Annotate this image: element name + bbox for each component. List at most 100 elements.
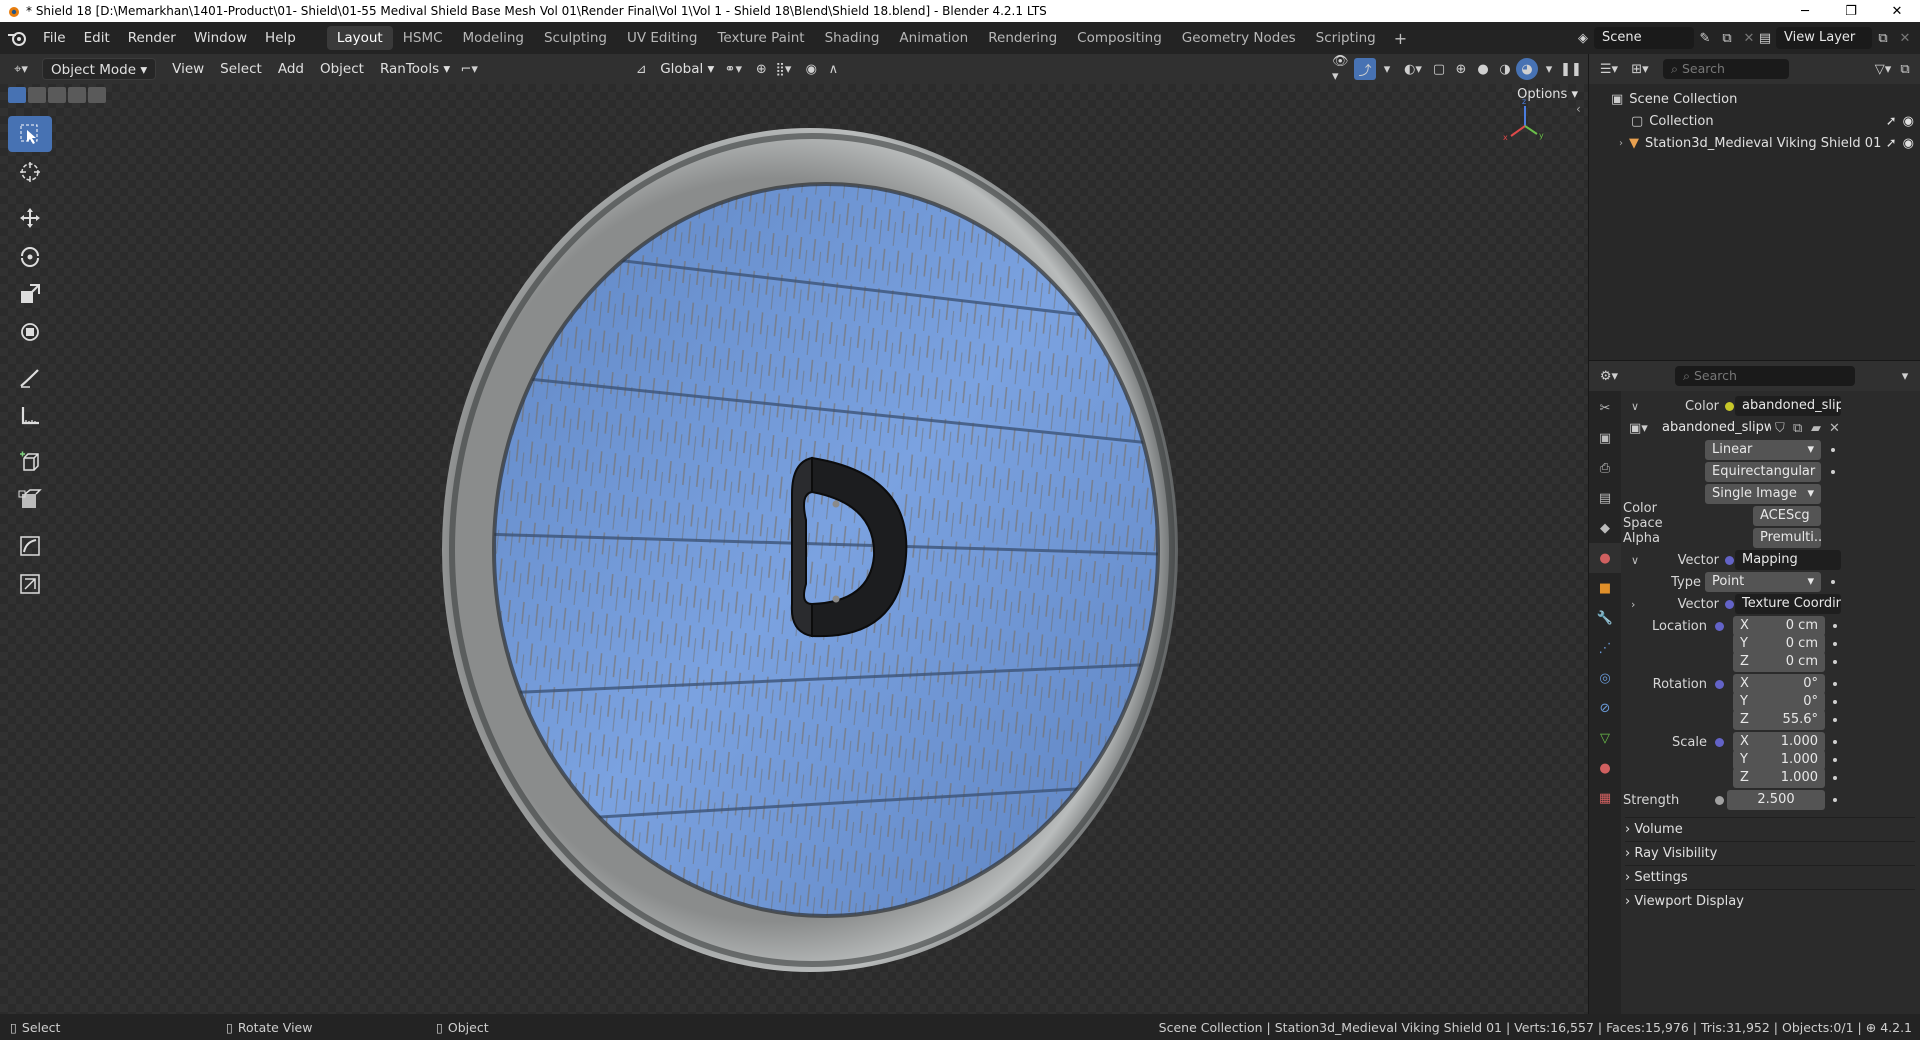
panel-ray-visibility[interactable]: › Ray Visibility xyxy=(1625,841,1915,865)
keyframe-dot[interactable] xyxy=(1833,700,1837,704)
tab-render[interactable]: ▣ xyxy=(1589,423,1621,453)
shading-options-icon[interactable]: ▾ xyxy=(1538,58,1560,80)
keyframe-dot[interactable] xyxy=(1833,642,1837,646)
keyframe-dot[interactable] xyxy=(1831,448,1835,452)
tab-tool[interactable]: ✂ xyxy=(1589,393,1621,423)
transform-tool[interactable] xyxy=(8,314,52,350)
gizmo-dropdown-icon[interactable]: ▾ xyxy=(1376,58,1398,80)
tab-modeling[interactable]: Modeling xyxy=(453,26,534,50)
location-socket-icon[interactable] xyxy=(1715,622,1724,631)
tab-hsmc[interactable]: HSMC xyxy=(393,26,453,50)
tab-physics[interactable]: ◎ xyxy=(1589,663,1621,693)
move-tool[interactable] xyxy=(8,200,52,236)
menu-window[interactable]: Window xyxy=(185,22,256,54)
annotate-tool[interactable] xyxy=(8,360,52,396)
falloff-icon[interactable]: ∧ xyxy=(822,58,844,80)
navigation-gizmo[interactable]: z x y xyxy=(1495,96,1555,156)
rantools-tool[interactable] xyxy=(8,528,52,564)
collapse-sidebar-icon[interactable]: ‹ xyxy=(1576,102,1581,116)
tab-data[interactable]: ▽ xyxy=(1589,723,1621,753)
keyframe-dot[interactable] xyxy=(1833,758,1837,762)
solid-shading-icon[interactable]: ● xyxy=(1472,58,1494,80)
color-link-field[interactable]: abandoned_slipwa... xyxy=(1735,396,1841,416)
expand-arrow-icon[interactable]: › xyxy=(1631,598,1635,611)
expand-arrow-icon[interactable]: › xyxy=(1619,138,1623,149)
wireframe-shading-icon[interactable]: ⊕ xyxy=(1450,58,1472,80)
tab-scripting[interactable]: Scripting xyxy=(1306,26,1386,50)
pause-render-icon[interactable]: ❚❚ xyxy=(1560,58,1582,80)
keyframe-dot[interactable] xyxy=(1833,682,1837,686)
scale-socket-icon[interactable] xyxy=(1715,738,1724,747)
tab-object[interactable]: ■ xyxy=(1589,573,1621,603)
tab-world[interactable]: ● xyxy=(1589,543,1621,573)
collapse-arrow-icon[interactable]: ∨ xyxy=(1631,400,1639,413)
strength-socket-icon[interactable] xyxy=(1715,796,1724,805)
tab-compositing[interactable]: Compositing xyxy=(1067,26,1172,50)
image-browse-icon[interactable]: ▣▾ xyxy=(1629,421,1648,436)
tab-geometry-nodes[interactable]: Geometry Nodes xyxy=(1172,26,1306,50)
menu-object[interactable]: Object xyxy=(312,58,372,80)
panel-viewport-display[interactable]: › Viewport Display xyxy=(1625,889,1915,913)
properties-editor-type-icon[interactable]: ⚙▾ xyxy=(1593,365,1625,387)
eye-icon[interactable]: ◉ xyxy=(1903,114,1914,129)
keyframe-dot[interactable] xyxy=(1833,740,1837,744)
rendered-shading-icon[interactable]: ◕ xyxy=(1516,58,1538,80)
snap-target-icon[interactable]: ⌐▾ xyxy=(458,58,480,80)
new-view-layer-icon[interactable]: ⧉ xyxy=(1872,27,1894,49)
panel-settings[interactable]: › Settings xyxy=(1625,865,1915,889)
unlink-icon[interactable]: ✕ xyxy=(1829,421,1840,436)
menu-select[interactable]: Select xyxy=(212,58,270,80)
tab-rendering[interactable]: Rendering xyxy=(978,26,1067,50)
extra-tool[interactable] xyxy=(8,566,52,602)
close-button[interactable]: ✕ xyxy=(1874,0,1920,22)
menu-view[interactable]: View xyxy=(164,58,212,80)
object-mode-dropdown[interactable]: Object Mode ▾ xyxy=(42,58,157,80)
tab-animation[interactable]: Animation xyxy=(889,26,978,50)
minimize-button[interactable]: ─ xyxy=(1782,0,1828,22)
menu-file[interactable]: File xyxy=(34,22,75,54)
strength-field[interactable]: 2.500 xyxy=(1727,790,1825,810)
duplicate-icon[interactable]: ⧉ xyxy=(1793,421,1802,436)
filter-icon[interactable]: ▽▾ xyxy=(1872,58,1894,80)
shear-tool[interactable] xyxy=(8,482,52,518)
tab-particles[interactable]: ⋰ xyxy=(1589,633,1621,663)
fake-user-icon[interactable]: ⛉ xyxy=(1775,421,1785,436)
source-dropdown[interactable]: Single Image ▾ xyxy=(1705,484,1821,504)
measure-tool[interactable] xyxy=(8,398,52,434)
open-folder-icon[interactable]: ▰ xyxy=(1811,421,1821,436)
keyframe-dot[interactable] xyxy=(1833,776,1837,780)
projection-dropdown[interactable]: Equirectangular▾ xyxy=(1705,462,1821,482)
new-scene-icon[interactable]: ⧉ xyxy=(1716,27,1738,49)
rotate-tool[interactable] xyxy=(8,238,52,274)
scale-z-field[interactable]: Z 1.000 xyxy=(1733,768,1825,788)
color-space-dropdown[interactable]: ACEScg▾ xyxy=(1753,506,1821,526)
blender-menu-icon[interactable] xyxy=(0,22,34,54)
properties-options-icon[interactable]: ▾ xyxy=(1894,365,1916,387)
outliner-item-shield-object[interactable]: › ▼ Station3d_Medieval Viking Shield 01 … xyxy=(1589,132,1920,154)
transform-orientation-dropdown[interactable]: Global ▾ xyxy=(652,58,722,80)
interpolation-dropdown[interactable]: Linear ▾ xyxy=(1705,440,1821,460)
selectable-arrow-icon[interactable]: ➚ xyxy=(1886,136,1897,151)
menu-help[interactable]: Help xyxy=(256,22,305,54)
tab-texture-paint[interactable]: Texture Paint xyxy=(707,26,814,50)
snap-icon[interactable]: ⊕ xyxy=(750,58,772,80)
collapse-arrow-icon[interactable]: ∨ xyxy=(1631,554,1639,567)
image-name-field[interactable]: abandoned_slipway_... xyxy=(1655,418,1771,438)
maximize-button[interactable]: ❐ xyxy=(1828,0,1874,22)
rotation-z-field[interactable]: Z 55.6° xyxy=(1733,710,1825,730)
outliner-editor-type-icon[interactable]: ☰▾ xyxy=(1593,58,1625,80)
keyframe-dot[interactable] xyxy=(1833,718,1837,722)
location-z-field[interactable]: Z 0 cm xyxy=(1733,652,1825,672)
scene-icon[interactable]: ◈ xyxy=(1572,27,1594,49)
rotation-socket-icon[interactable] xyxy=(1715,680,1724,689)
tab-layout[interactable]: Layout xyxy=(326,26,393,50)
panel-volume[interactable]: › Volume xyxy=(1625,817,1915,841)
alpha-dropdown[interactable]: Premulti...▾ xyxy=(1753,528,1821,548)
outliner-item-scene-collection[interactable]: ▣ Scene Collection xyxy=(1589,88,1920,110)
vector-socket-icon[interactable] xyxy=(1725,556,1734,565)
new-collection-icon[interactable]: ⧉ xyxy=(1894,58,1916,80)
material-shading-icon[interactable]: ◑ xyxy=(1494,58,1516,80)
tab-view-layer[interactable]: ▤ xyxy=(1589,483,1621,513)
select-box-tool[interactable] xyxy=(8,116,52,152)
tab-uv-editing[interactable]: UV Editing xyxy=(617,26,707,50)
